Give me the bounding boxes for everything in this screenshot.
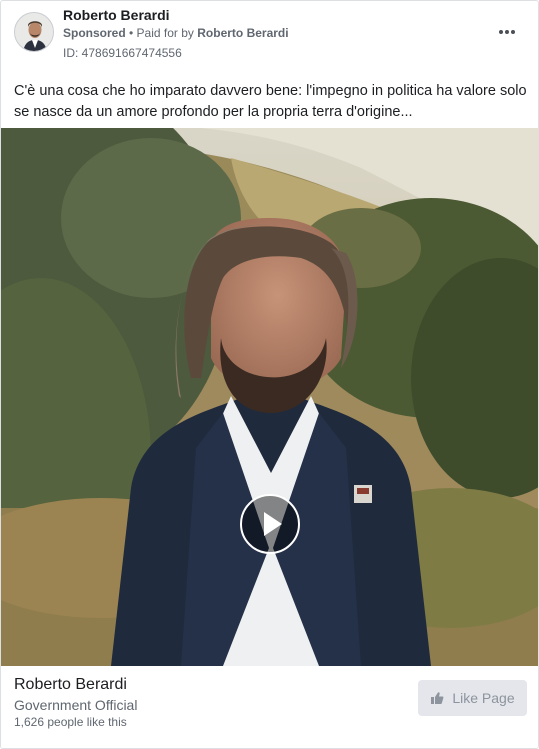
page-category: Government Official [14, 697, 138, 713]
meta-separator: • [125, 26, 137, 40]
like-page-label: Like Page [452, 690, 515, 706]
avatar-image [15, 13, 53, 51]
sponsored-line: Sponsored • Paid for by Roberto Berardi [63, 26, 289, 40]
post-header: Roberto Berardi Sponsored • Paid for by … [1, 1, 538, 69]
dot-2 [505, 30, 509, 34]
dot-1 [499, 30, 503, 34]
play-triangle [264, 512, 282, 536]
page-name[interactable]: Roberto Berardi [14, 676, 127, 694]
paid-for-prefix: Paid for by [136, 26, 198, 40]
dot-3 [511, 30, 515, 34]
like-page-button[interactable]: Like Page [418, 680, 527, 716]
page-footer: Roberto Berardi Government Official 1,62… [1, 666, 538, 748]
video-thumbnail [1, 128, 538, 666]
author-name[interactable]: Roberto Berardi [63, 7, 170, 23]
play-icon[interactable] [240, 494, 300, 554]
post-text: C'è una cosa che ho imparato davvero ben… [14, 83, 527, 120]
paid-for-name[interactable]: Roberto Berardi [197, 26, 288, 40]
more-options-icon[interactable] [495, 21, 519, 43]
video-player[interactable] [1, 128, 538, 666]
sponsored-label[interactable]: Sponsored [63, 26, 126, 40]
ad-id: ID: 478691667474556 [63, 46, 182, 60]
page-likes-count: 1,626 people like this [14, 715, 127, 729]
ad-post-card: Roberto Berardi Sponsored • Paid for by … [0, 0, 539, 749]
thumbs-up-icon [430, 691, 444, 705]
author-avatar[interactable] [14, 12, 54, 52]
